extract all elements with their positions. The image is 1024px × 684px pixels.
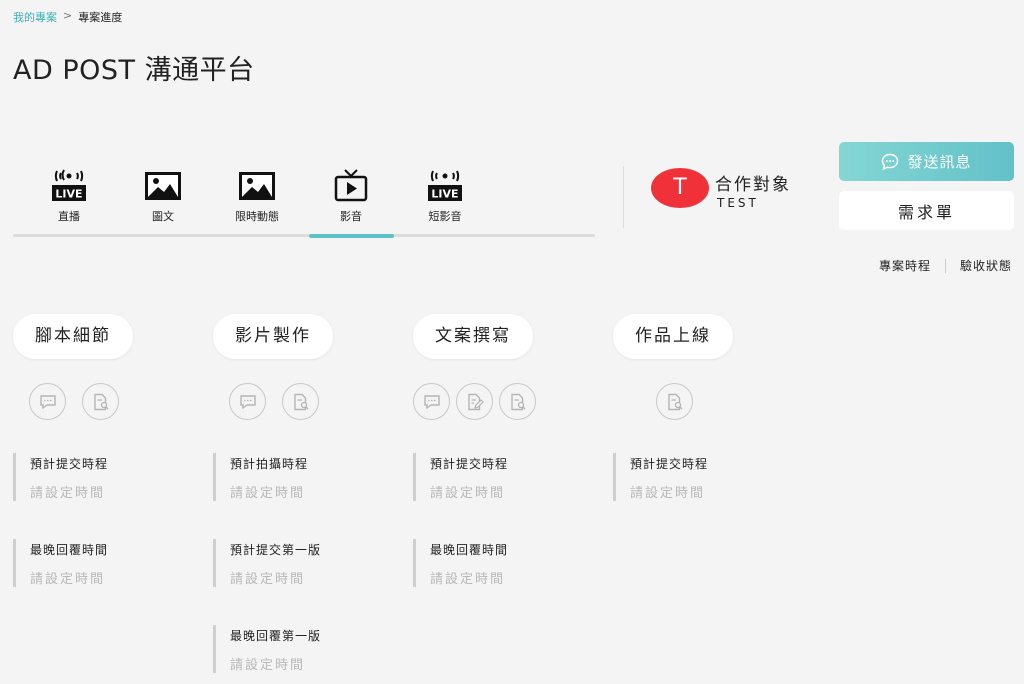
- document-view-button[interactable]: [282, 383, 319, 420]
- image-icon: [145, 172, 181, 200]
- document-view-button[interactable]: [656, 383, 693, 420]
- project-links: 專案時程 驗收狀態: [879, 257, 1012, 274]
- document-search-icon: [293, 393, 308, 410]
- stage-column-launch: 作品上線 預計提交時程 請設定時間: [613, 314, 813, 501]
- stage-column-copywriting: 文案撰寫 預計提交時程 請設定時間 最晚回覆時間 請設定時間: [413, 314, 613, 587]
- schedule-field[interactable]: 預計提交時程 請設定時間: [13, 453, 213, 501]
- field-placeholder: 請設定時間: [30, 486, 106, 501]
- partner-name: TEST: [717, 196, 759, 210]
- field-placeholder: 請設定時間: [630, 486, 706, 501]
- field-placeholder: 請設定時間: [30, 572, 106, 587]
- tab-image-text[interactable]: 圖文: [123, 168, 203, 224]
- requirements-button[interactable]: 需求單: [839, 191, 1014, 230]
- field-placeholder: 請設定時間: [430, 486, 506, 501]
- stage-title[interactable]: 影片製作: [213, 314, 333, 359]
- tab-active-indicator: [309, 234, 394, 238]
- comment-button[interactable]: [29, 383, 66, 420]
- field-placeholder: 請設定時間: [230, 572, 306, 587]
- field-label: 預計提交時程: [630, 457, 709, 471]
- schedule-field[interactable]: 最晚回覆時間 請設定時間: [13, 539, 213, 587]
- link-separator: [944, 258, 946, 273]
- comment-icon: [239, 394, 256, 409]
- stage-title[interactable]: 腳本細節: [13, 314, 133, 359]
- tab-stories[interactable]: 限時動態: [217, 168, 297, 224]
- stage-column-video-production: 影片製作 預計拍攝時程 請設定時間 預計提交第一版 請設定時間 最晚回覆第一版 …: [213, 314, 413, 673]
- image-icon: [239, 172, 275, 200]
- field-label: 預計提交時程: [30, 457, 109, 471]
- tab-label: 限時動態: [235, 210, 279, 223]
- partner-title: 合作對象: [715, 175, 791, 195]
- breadcrumb-current: 專案進度: [78, 11, 123, 24]
- schedule-field[interactable]: 預計提交時程 請設定時間: [613, 453, 813, 501]
- comment-button[interactable]: [413, 383, 450, 420]
- tab-label: 圖文: [152, 210, 174, 223]
- avatar: T: [651, 168, 709, 208]
- field-label: 預計提交時程: [430, 457, 509, 471]
- document-search-icon: [510, 393, 525, 410]
- tab-track: [13, 234, 595, 237]
- breadcrumb-separator: >: [63, 9, 73, 22]
- live-icon: LIVE: [52, 169, 86, 201]
- document-edit-icon: [467, 393, 484, 410]
- breadcrumb-my-projects-link[interactable]: 我的專案: [13, 9, 57, 25]
- field-placeholder: 請設定時間: [230, 658, 306, 673]
- document-view-button[interactable]: [82, 383, 119, 420]
- document-search-icon: [667, 393, 682, 410]
- tab-live[interactable]: LIVE 直播: [29, 168, 109, 224]
- document-view-button[interactable]: [499, 383, 536, 420]
- field-label: 最晚回覆時間: [430, 543, 509, 557]
- comment-icon: [39, 394, 56, 409]
- live-icon: LIVE: [428, 170, 462, 201]
- schedule-field[interactable]: 最晚回覆第一版 請設定時間: [213, 625, 413, 673]
- project-schedule-link[interactable]: 專案時程: [879, 257, 931, 274]
- breadcrumb: 我的專案 > 專案進度: [13, 9, 122, 25]
- tab-label: 短影音: [428, 210, 462, 223]
- field-placeholder: 請設定時間: [230, 486, 306, 501]
- live-badge-text: LIVE: [55, 188, 82, 201]
- schedule-field[interactable]: 預計提交第一版 請設定時間: [213, 539, 413, 587]
- send-message-button[interactable]: 發送訊息: [839, 142, 1014, 181]
- divider: [623, 166, 624, 228]
- schedule-field[interactable]: 預計提交時程 請設定時間: [413, 453, 613, 501]
- field-label: 預計拍攝時程: [230, 457, 309, 471]
- tab-video[interactable]: 影音: [311, 168, 391, 224]
- field-label: 預計提交第一版: [230, 543, 322, 557]
- stage-column-script: 腳本細節 預計提交時程 請設定時間 最晚回覆時間 請設定時間: [13, 314, 213, 587]
- field-label: 最晚回覆時間: [30, 543, 109, 557]
- chat-bubble-icon: [882, 153, 899, 170]
- schedule-field[interactable]: 最晚回覆時間 請設定時間: [413, 539, 613, 587]
- document-edit-button[interactable]: [456, 383, 493, 420]
- field-label: 最晚回覆第一版: [230, 629, 322, 643]
- tv-play-icon: [334, 169, 368, 202]
- live-badge-text: LIVE: [431, 188, 458, 201]
- field-placeholder: 請設定時間: [430, 572, 506, 587]
- schedule-field[interactable]: 預計拍攝時程 請設定時間: [213, 453, 413, 501]
- tab-label: 影音: [340, 210, 362, 223]
- comment-icon: [423, 394, 440, 409]
- stage-title[interactable]: 文案撰寫: [413, 314, 533, 359]
- send-message-label: 發送訊息: [907, 153, 972, 171]
- acceptance-status-link[interactable]: 驗收狀態: [960, 257, 1012, 274]
- content-type-tabs: LIVE 直播 圖文 限時動態 影音 LIVE 短影音: [13, 168, 595, 240]
- comment-button[interactable]: [229, 383, 266, 420]
- document-search-icon: [93, 393, 108, 410]
- stage-title[interactable]: 作品上線: [613, 314, 733, 359]
- tab-short-video[interactable]: LIVE 短影音: [405, 168, 485, 224]
- page-title: AD POST 溝通平台: [13, 55, 255, 86]
- tab-label: 直播: [58, 210, 80, 223]
